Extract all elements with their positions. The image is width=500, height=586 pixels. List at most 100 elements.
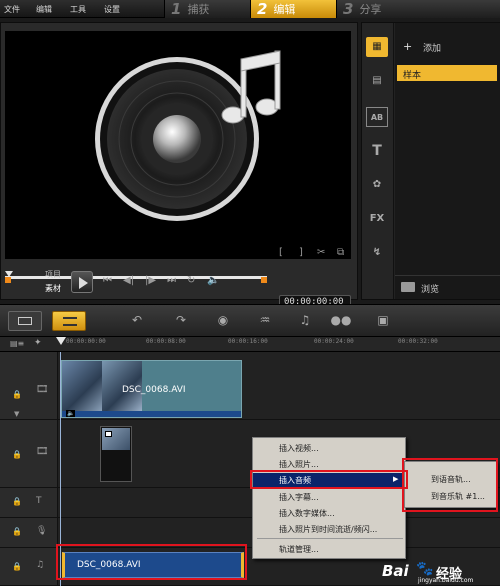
lock-icon[interactable]: 🔒 bbox=[12, 562, 22, 571]
overlay-track-icon[interactable]: 🎞 bbox=[36, 446, 49, 457]
play-button[interactable] bbox=[71, 271, 93, 293]
lock-icon[interactable]: 🔒 bbox=[12, 497, 22, 506]
storyboard-view-icon[interactable] bbox=[8, 311, 42, 331]
path-tab-icon[interactable]: ↯ bbox=[366, 243, 388, 263]
repeat-icon[interactable]: ↻ bbox=[187, 275, 195, 286]
mark-in-button[interactable]: [ bbox=[279, 247, 283, 258]
ruler-tick-label: 00:00:24:00 bbox=[314, 338, 354, 345]
undo-icon[interactable]: ↶ bbox=[126, 313, 148, 327]
add-folder-label[interactable]: 添加 bbox=[423, 41, 441, 54]
preview-panel: [ ] ✂ ⧉ 项目 素材 ⏮ ◀| |▶ ⏭ ↻ 🔈 00:00:00:00 bbox=[0, 22, 358, 310]
overlay-badge-icon bbox=[105, 431, 112, 437]
voice-track-header: 🔒 🎙 bbox=[0, 518, 58, 548]
project-mode-label[interactable]: 项目 bbox=[45, 269, 61, 280]
tab-capture[interactable]: 1 捕获 bbox=[164, 0, 250, 18]
timeline-toolbar: ↶ ↷ ◉ ♒ ♫ ●● ▣ bbox=[0, 304, 500, 337]
menu-file[interactable]: 文件 bbox=[4, 4, 20, 15]
mark-out-button[interactable]: ] bbox=[299, 247, 303, 258]
video-clip[interactable]: DSC_0068.AVI 🔈 bbox=[61, 360, 242, 418]
timeline-ruler[interactable]: ▤≡ ✦ 00:00:00:00 00:00:08:00 00:00:16:00… bbox=[0, 337, 500, 352]
next-frame-icon[interactable]: |▶ bbox=[145, 275, 156, 286]
browse-icon[interactable] bbox=[401, 282, 415, 292]
highlight-insert-audio bbox=[250, 470, 408, 489]
music-file-thumbnail bbox=[95, 50, 281, 221]
expand-track-icon[interactable]: ▼ bbox=[14, 410, 19, 418]
previous-frame-icon[interactable]: ◀| bbox=[123, 275, 134, 286]
record-capture-icon[interactable]: ◉ bbox=[212, 313, 234, 327]
menu-item-insert-subtitle[interactable]: 插入字幕... bbox=[279, 492, 319, 503]
title-tab-icon[interactable]: AB bbox=[366, 107, 388, 127]
lock-icon[interactable]: 🔒 bbox=[12, 390, 22, 399]
step-label: 捕获 bbox=[187, 3, 210, 16]
browse-label[interactable]: 浏览 bbox=[421, 282, 439, 295]
title-track-icon[interactable]: T bbox=[36, 496, 42, 506]
timeline-playhead[interactable] bbox=[56, 337, 66, 345]
enlarge-preview-icon[interactable]: ⧉ bbox=[337, 247, 344, 258]
library-tab-strip: ▦ ▤ AB T ✿ FX ↯ bbox=[362, 23, 394, 299]
graphics-tab-icon[interactable]: ✿ bbox=[366, 175, 388, 195]
ruler-tick-label: 00:00:32:00 bbox=[398, 338, 438, 345]
menu-item-insert-photo[interactable]: 插入照片... bbox=[279, 459, 319, 470]
video-track-header: 🔒 🎞 ▼ bbox=[0, 352, 58, 420]
watermark: Bai 🐾 经验 jingyan.baidu.com bbox=[382, 561, 498, 584]
timeline-view-icon[interactable] bbox=[52, 311, 86, 331]
menu-item-insert-timelapse[interactable]: 插入照片到时间流逝/频闪... bbox=[279, 524, 377, 535]
trim-end-handle[interactable] bbox=[261, 277, 267, 283]
step-number: 2 bbox=[257, 0, 268, 18]
overlay-track-header: 🔒 🎞 bbox=[0, 420, 58, 488]
home-icon[interactable]: ⏮ bbox=[103, 275, 112, 286]
add-chapter-icon[interactable]: ✦ bbox=[34, 338, 42, 348]
track-manager-icon[interactable]: ▤≡ bbox=[10, 339, 24, 348]
trim-start-handle[interactable] bbox=[5, 277, 11, 283]
menu-tools[interactable]: 工具 bbox=[70, 4, 86, 15]
voice-track-icon[interactable]: 🎙 bbox=[36, 526, 47, 536]
motion-tracking-icon[interactable]: ●● bbox=[330, 313, 352, 327]
lock-icon[interactable]: 🔒 bbox=[12, 450, 22, 459]
menu-bar: 文件 编辑 工具 设置 1 捕获 2 编辑 3 分享 bbox=[0, 0, 500, 18]
tab-edit[interactable]: 2 编辑 bbox=[250, 0, 336, 18]
lock-icon[interactable]: 🔒 bbox=[12, 527, 22, 536]
menu-item-track-manager[interactable]: 轨道管理... bbox=[279, 544, 319, 555]
menu-edit[interactable]: 编辑 bbox=[36, 4, 52, 15]
menu-item-insert-video[interactable]: 插入视频... bbox=[279, 443, 319, 454]
volume-icon[interactable]: 🔈 bbox=[207, 275, 219, 286]
step-label: 编辑 bbox=[273, 3, 296, 16]
preview-screen bbox=[5, 31, 351, 259]
end-icon[interactable]: ⏭ bbox=[167, 275, 176, 286]
watermark-brand: Bai bbox=[382, 562, 409, 580]
step-number: 3 bbox=[343, 0, 354, 18]
highlight-audio-clip bbox=[56, 544, 247, 580]
video-clip-name: DSC_0068.AVI bbox=[122, 385, 186, 395]
redo-icon[interactable]: ↷ bbox=[170, 313, 192, 327]
add-icon[interactable]: + bbox=[403, 40, 412, 53]
media-tab-icon[interactable]: ▦ bbox=[366, 37, 388, 57]
step-label: 分享 bbox=[359, 3, 382, 16]
music-track-icon[interactable]: ♫ bbox=[36, 560, 44, 570]
transition-tab-icon[interactable]: ▤ bbox=[366, 71, 388, 91]
menu-item-insert-digital-media[interactable]: 插入数字媒体... bbox=[279, 508, 335, 519]
text-tab-icon[interactable]: T bbox=[366, 141, 388, 161]
video-track-icon[interactable]: 🎞 bbox=[36, 384, 49, 395]
audio-speaker-icon: 🔈 bbox=[66, 410, 76, 417]
clip-mode-label[interactable]: 素材 bbox=[45, 283, 61, 294]
filter-tab-icon[interactable]: FX bbox=[366, 209, 388, 229]
paw-logo-icon: 🐾 bbox=[416, 561, 434, 577]
track-context-menu: 插入视频... 插入照片... 插入音频 ▶ 插入字幕... 插入数字媒体...… bbox=[252, 437, 406, 559]
ruler-tick-label: 00:00:16:00 bbox=[228, 338, 268, 345]
ruler-tick-label: 00:00:08:00 bbox=[146, 338, 186, 345]
video-track[interactable]: DSC_0068.AVI 🔈 bbox=[58, 352, 500, 420]
menu-settings[interactable]: 设置 bbox=[104, 4, 120, 15]
auto-music-icon[interactable]: ♫ bbox=[294, 313, 316, 327]
sound-mixer-icon[interactable]: ♒ bbox=[254, 313, 276, 327]
split-clip-icon[interactable]: ✂ bbox=[317, 247, 325, 258]
subtitle-editor-icon[interactable]: ▣ bbox=[372, 313, 394, 327]
music-track-header: 🔒 ♫ bbox=[0, 548, 58, 586]
folder-sample-label: 样本 bbox=[403, 71, 422, 81]
tab-share[interactable]: 3 分享 bbox=[336, 0, 500, 18]
overlay-clip[interactable] bbox=[100, 426, 132, 482]
watermark-url: jingyan.baidu.com bbox=[418, 577, 474, 584]
highlight-submenu bbox=[402, 458, 498, 512]
ruler-tick-label: 00:00:00:00 bbox=[66, 338, 106, 345]
step-number: 1 bbox=[171, 0, 182, 18]
folder-sample[interactable]: 样本 bbox=[397, 65, 497, 81]
